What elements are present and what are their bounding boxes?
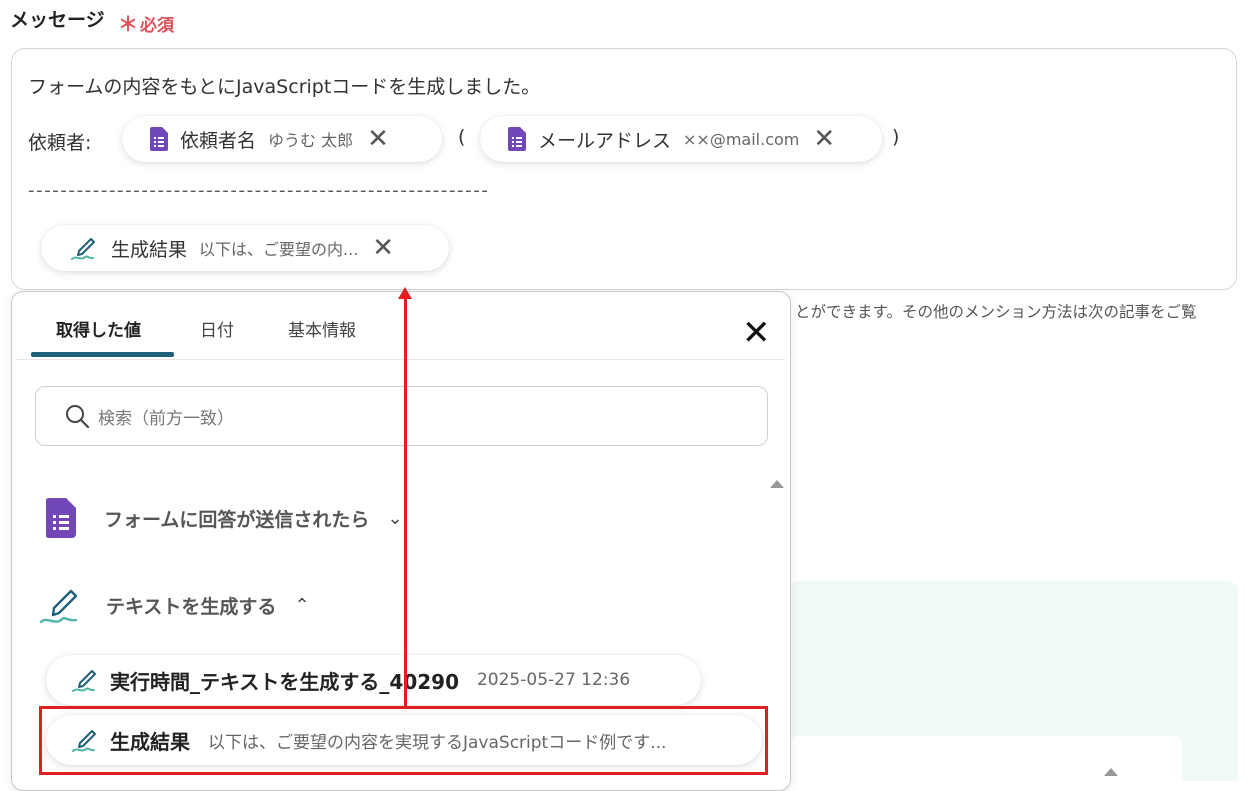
google-forms-icon <box>508 127 526 151</box>
background-scroll-up-icon[interactable] <box>1104 768 1118 776</box>
chip-value: ゆうむ 太郎 <box>268 131 354 150</box>
tab-divider <box>17 359 785 360</box>
chip-name: 生成結果 <box>111 238 188 261</box>
chip-name: 依頼者名 <box>180 129 257 152</box>
editor-text-line: フォームの内容をもとにJavaScriptコードを生成しました。 <box>28 76 541 98</box>
section-title: テキストを生成する <box>106 595 277 618</box>
scroll-up-icon[interactable] <box>770 480 784 488</box>
close-paren: ) <box>892 126 900 148</box>
requester-label: 依頼者: <box>28 132 92 154</box>
search-icon <box>66 405 90 429</box>
open-paren: ( <box>458 126 466 148</box>
remove-chip-icon[interactable]: ✕ <box>367 126 389 152</box>
chevron-up-icon[interactable]: ⌃ <box>294 595 309 616</box>
required-asterisk: ＊ <box>118 12 138 36</box>
message-field-label: メッセージ <box>10 9 105 31</box>
annotation-arrow-head-icon <box>398 287 412 299</box>
chip-value: 以下は、ご要望の内... <box>199 240 359 259</box>
close-icon[interactable]: ✕ <box>742 316 771 350</box>
background-inner-card <box>790 736 1182 786</box>
ai-pen-icon <box>39 589 78 624</box>
mention-hint-text: とができます。その他のメンション方法は次の記事をご覧 <box>795 303 1197 321</box>
item-value: 2025-05-27 12:36 <box>476 670 631 690</box>
chip-value: ××@mail.com <box>683 129 800 149</box>
active-tab-indicator <box>31 352 174 357</box>
search-placeholder: 検索（前方一致） <box>98 408 234 429</box>
section-form-trigger[interactable]: フォームに回答が送信されたら ⌄ <box>46 498 403 538</box>
mention-chip-generated-result[interactable]: 生成結果 以下は、ご要望の内... ✕ <box>41 225 449 271</box>
section-generate-text[interactable]: テキストを生成する ⌃ <box>38 582 310 628</box>
remove-chip-icon[interactable]: ✕ <box>813 126 835 152</box>
remove-chip-icon[interactable]: ✕ <box>372 235 394 261</box>
search-input[interactable]: 検索（前方一致） <box>35 386 768 446</box>
ai-pen-icon <box>71 238 95 260</box>
separator-dashes: ----------------------------------------… <box>28 180 490 201</box>
mention-chip-requester-name[interactable]: 依頼者名 ゆうむ 太郎 ✕ <box>122 116 442 162</box>
tab-acquired-values[interactable]: 取得した値 <box>56 316 141 341</box>
google-forms-icon <box>46 498 76 538</box>
required-text: 必須 <box>140 16 174 36</box>
chip-name: メールアドレス <box>538 129 672 152</box>
required-badge: ＊必須 <box>118 8 174 37</box>
tab-date[interactable]: 日付 <box>200 316 234 341</box>
value-item-execution-time[interactable]: 実行時間_テキストを生成する_40290 2025-05-27 12:36 <box>46 655 701 705</box>
section-title: フォームに回答が送信されたら <box>104 508 370 531</box>
tab-basic-info[interactable]: 基本情報 <box>288 316 356 341</box>
chevron-down-icon[interactable]: ⌄ <box>387 508 402 529</box>
google-forms-icon <box>150 127 168 151</box>
highlight-box <box>39 706 768 775</box>
ai-pen-icon <box>72 670 96 692</box>
mention-chip-email[interactable]: メールアドレス ××@mail.com ✕ <box>480 116 882 162</box>
annotation-arrow-line <box>404 296 407 707</box>
